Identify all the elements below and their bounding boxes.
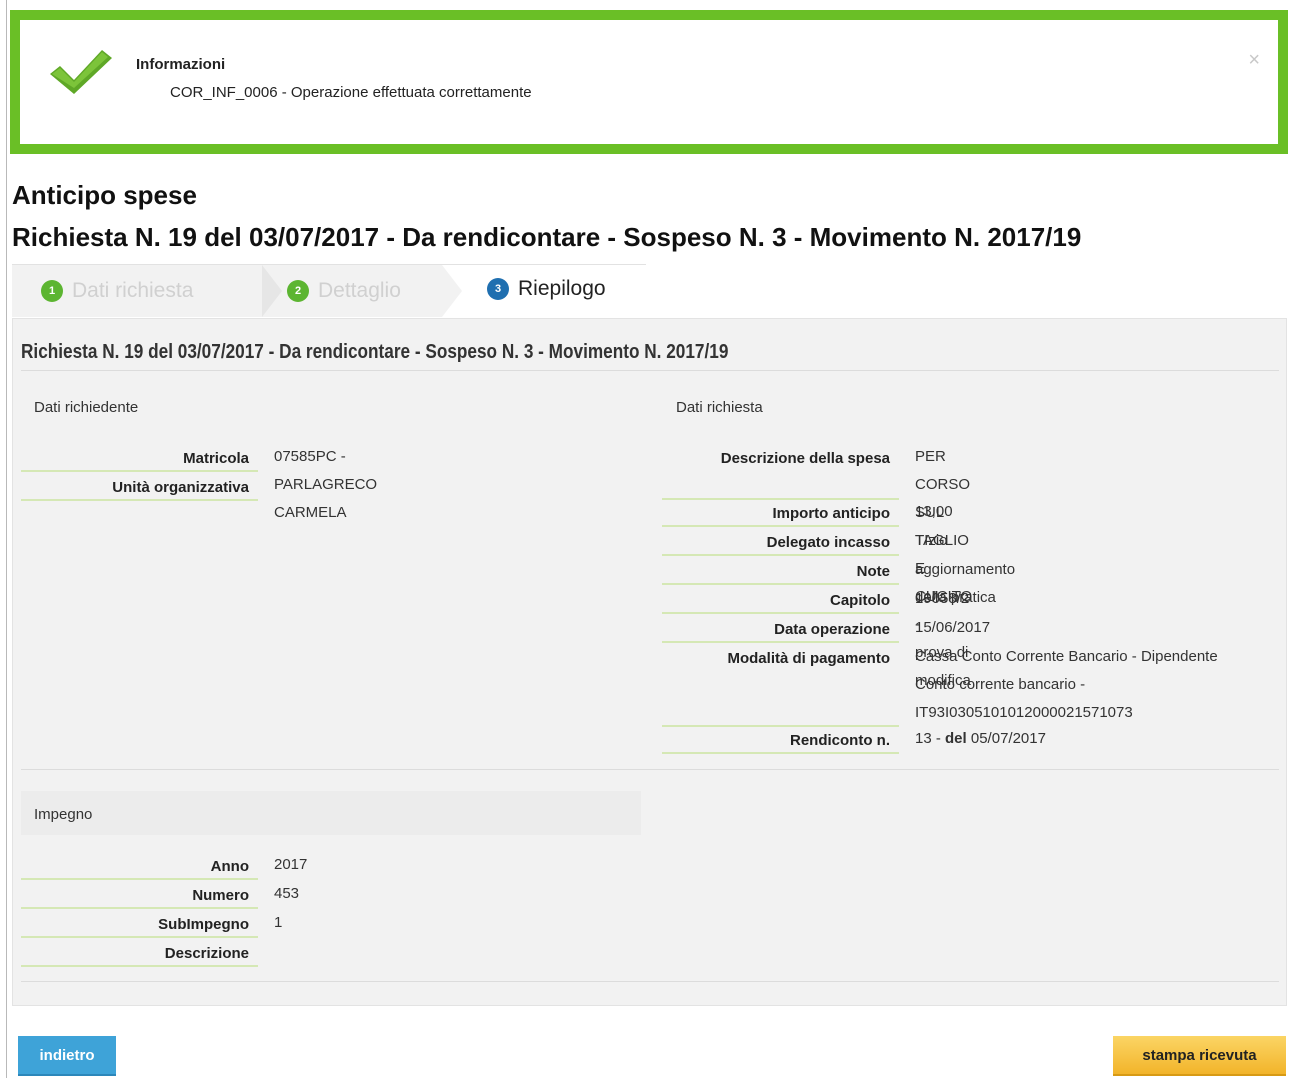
divider bbox=[21, 769, 1279, 770]
step-number-badge: 1 bbox=[41, 280, 63, 302]
impegno-header-band bbox=[21, 791, 641, 835]
field-value-line: IT93I0305101012000021571073 bbox=[915, 704, 1133, 721]
field-label: Modalità di pagamento bbox=[662, 643, 899, 727]
field-label: Matricola bbox=[21, 443, 258, 472]
rendiconto-del: del bbox=[945, 730, 967, 747]
summary-title: Richiesta N. 19 del 03/07/2017 - Da rend… bbox=[21, 341, 729, 363]
field-label: Rendiconto n. bbox=[662, 725, 899, 754]
checkmark-icon bbox=[50, 50, 112, 94]
section-impegno: Impegno bbox=[34, 806, 93, 823]
field-label: Capitolo bbox=[662, 585, 899, 614]
back-button[interactable]: indietro bbox=[18, 1036, 116, 1076]
summary-panel: Richiesta N. 19 del 03/07/2017 - Da rend… bbox=[12, 318, 1287, 1006]
field-value: 07585PC - PARLAGRECO CARMELA bbox=[274, 448, 378, 521]
field-value: TIzio bbox=[915, 532, 948, 549]
field-value: 13 - del 05/07/2017 bbox=[915, 725, 1046, 753]
alert-title: Informazioni bbox=[136, 56, 226, 73]
field-value: 19058/2 bbox=[915, 590, 970, 607]
field-label: SubImpegno bbox=[21, 909, 258, 938]
field-value: 1 bbox=[274, 914, 283, 931]
rendiconto-number: 13 - bbox=[915, 730, 946, 747]
rendiconto-date: 05/07/2017 bbox=[966, 730, 1046, 747]
field-label: Descrizione bbox=[21, 938, 258, 967]
alert-message: COR_INF_0006 - Operazione effettuata cor… bbox=[170, 84, 532, 101]
window-left-border bbox=[6, 0, 7, 1078]
wizard-step-dati-richiesta[interactable]: 1 Dati richiesta bbox=[41, 279, 193, 303]
step-label: Riepilogo bbox=[518, 277, 606, 300]
field-value: Cassa Conto Corrente Bancario - Dipenden… bbox=[915, 643, 1218, 727]
close-icon[interactable]: × bbox=[1248, 50, 1260, 70]
print-receipt-button[interactable]: stampa ricevuta bbox=[1113, 1036, 1286, 1076]
field-value: 13,00 bbox=[915, 503, 953, 520]
field-label: Note bbox=[662, 556, 899, 585]
step-number-badge: 2 bbox=[287, 280, 309, 302]
divider bbox=[21, 981, 1279, 982]
field-value: 453 bbox=[274, 885, 300, 902]
field-value: 2017 bbox=[274, 856, 308, 873]
wizard-steps: 1 Dati richiesta 2 Dettaglio 3 Riepilogo bbox=[12, 264, 646, 317]
step-label: Dettaglio bbox=[318, 279, 401, 302]
field-label: Numero bbox=[21, 880, 258, 909]
field-label: Data operazione bbox=[662, 614, 899, 643]
page-title: Anticipo spese bbox=[12, 180, 197, 210]
step-number-badge: 3 bbox=[487, 278, 509, 300]
success-alert: Informazioni COR_INF_0006 - Operazione e… bbox=[10, 10, 1288, 154]
field-value-line: Conto corrente bancario - bbox=[915, 676, 1086, 693]
wizard-step-dettaglio[interactable]: 2 Dettaglio bbox=[287, 279, 401, 303]
field-label: Importo anticipo bbox=[662, 498, 899, 527]
wizard-separator bbox=[442, 265, 462, 317]
divider bbox=[21, 370, 1279, 371]
field-label: Descrizione della spesa bbox=[662, 443, 899, 500]
field-value: 15/06/2017 bbox=[915, 619, 991, 636]
field-label: Unità organizzativa bbox=[21, 472, 258, 501]
wizard-step-riepilogo[interactable]: 3 Riepilogo bbox=[487, 277, 606, 301]
section-dati-richiedente: Dati richiedente bbox=[34, 399, 139, 416]
field-label: Anno bbox=[21, 851, 258, 880]
field-value-line: Cassa Conto Corrente Bancario - Dipenden… bbox=[915, 648, 1218, 665]
field-label: Delegato incasso bbox=[662, 527, 899, 556]
page-subtitle: Richiesta N. 19 del 03/07/2017 - Da rend… bbox=[12, 222, 1082, 252]
section-dati-richiesta: Dati richiesta bbox=[676, 399, 763, 416]
step-label: Dati richiesta bbox=[72, 279, 194, 302]
wizard-separator bbox=[262, 265, 282, 317]
